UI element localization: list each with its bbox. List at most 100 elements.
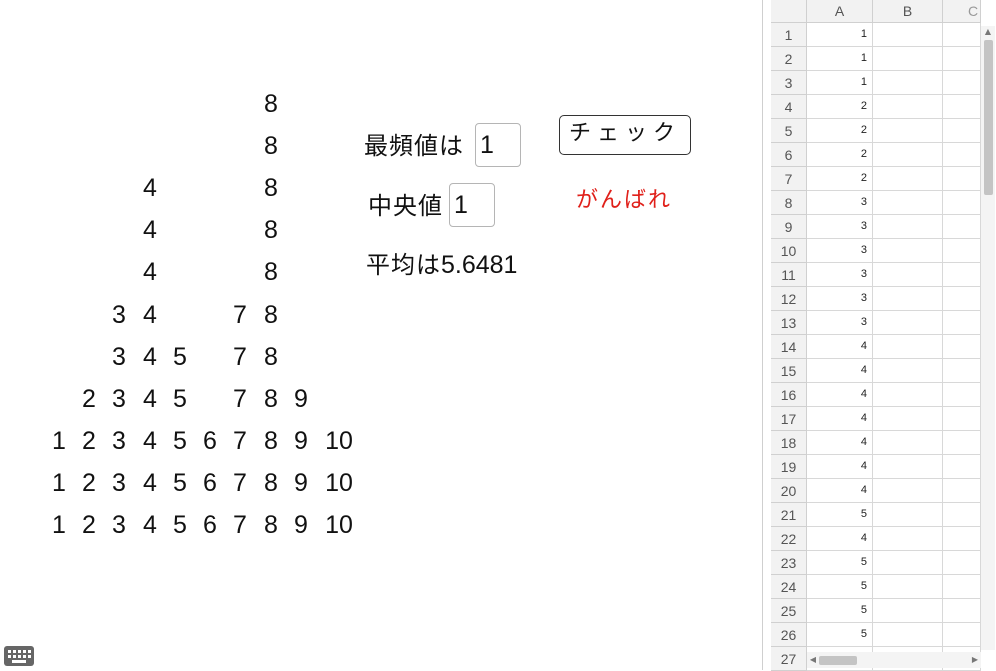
cell-b[interactable]: [873, 23, 943, 47]
row-header[interactable]: 15: [771, 359, 807, 383]
cell-a[interactable]: 4: [807, 383, 873, 407]
chevron-left-icon[interactable]: ◀: [807, 652, 819, 668]
row-header[interactable]: 24: [771, 575, 807, 599]
cell-c[interactable]: [943, 479, 981, 503]
cell-b[interactable]: [873, 119, 943, 143]
cell-c[interactable]: [943, 551, 981, 575]
cell-a[interactable]: 5: [807, 551, 873, 575]
cell-b[interactable]: [873, 191, 943, 215]
cell-b[interactable]: [873, 407, 943, 431]
vertical-scroll-thumb[interactable]: [984, 40, 993, 195]
row-header[interactable]: 9: [771, 215, 807, 239]
cell-a[interactable]: 1: [807, 71, 873, 95]
cell-a[interactable]: 3: [807, 239, 873, 263]
cell-a[interactable]: 1: [807, 23, 873, 47]
cell-c[interactable]: [943, 263, 981, 287]
cell-a[interactable]: 4: [807, 479, 873, 503]
row-header[interactable]: 12: [771, 287, 807, 311]
cell-c[interactable]: [943, 215, 981, 239]
row-header[interactable]: 1: [771, 23, 807, 47]
cell-b[interactable]: [873, 215, 943, 239]
cell-a[interactable]: 3: [807, 191, 873, 215]
cell-a[interactable]: 3: [807, 311, 873, 335]
chevron-right-icon[interactable]: ▶: [969, 652, 981, 668]
spreadsheet-view[interactable]: A B C 1 1 2 1 3 1 4 2 5 2 6 2 7 2 8 3 9 3 10 3 11 3 12 3 13 3 14 4 1…: [762, 0, 996, 671]
cell-c[interactable]: [943, 455, 981, 479]
cell-b[interactable]: [873, 503, 943, 527]
cell-c[interactable]: [943, 119, 981, 143]
cell-b[interactable]: [873, 575, 943, 599]
cell-c[interactable]: [943, 383, 981, 407]
cell-a[interactable]: 3: [807, 287, 873, 311]
row-header[interactable]: 6: [771, 143, 807, 167]
cell-a[interactable]: 2: [807, 119, 873, 143]
cell-b[interactable]: [873, 47, 943, 71]
cell-c[interactable]: [943, 143, 981, 167]
row-header[interactable]: 18: [771, 431, 807, 455]
keyboard-icon[interactable]: [4, 646, 34, 666]
graphics-view[interactable]: 1112222333333444444444555556667777778888…: [0, 0, 762, 670]
cell-c[interactable]: [943, 167, 981, 191]
cell-b[interactable]: [873, 527, 943, 551]
row-header[interactable]: 17: [771, 407, 807, 431]
column-header-c[interactable]: C: [943, 0, 981, 23]
cell-a[interactable]: 4: [807, 335, 873, 359]
cell-c[interactable]: [943, 335, 981, 359]
cell-a[interactable]: 4: [807, 455, 873, 479]
cell-a[interactable]: 5: [807, 599, 873, 623]
cell-a[interactable]: 3: [807, 263, 873, 287]
cell-b[interactable]: [873, 263, 943, 287]
cell-b[interactable]: [873, 335, 943, 359]
row-header[interactable]: 26: [771, 623, 807, 647]
row-header[interactable]: 23: [771, 551, 807, 575]
cell-c[interactable]: [943, 623, 981, 647]
row-header[interactable]: 14: [771, 335, 807, 359]
cell-b[interactable]: [873, 551, 943, 575]
horizontal-scroll-thumb[interactable]: [819, 656, 857, 665]
cell-a[interactable]: 2: [807, 143, 873, 167]
row-header[interactable]: 10: [771, 239, 807, 263]
cell-b[interactable]: [873, 599, 943, 623]
row-header[interactable]: 3: [771, 71, 807, 95]
cell-a[interactable]: 4: [807, 359, 873, 383]
cell-b[interactable]: [873, 383, 943, 407]
cell-c[interactable]: [943, 359, 981, 383]
row-header[interactable]: 16: [771, 383, 807, 407]
cell-b[interactable]: [873, 623, 943, 647]
cell-c[interactable]: [943, 311, 981, 335]
row-header[interactable]: 22: [771, 527, 807, 551]
row-header[interactable]: 21: [771, 503, 807, 527]
row-header[interactable]: 13: [771, 311, 807, 335]
cell-b[interactable]: [873, 95, 943, 119]
cell-a[interactable]: 4: [807, 431, 873, 455]
row-header[interactable]: 4: [771, 95, 807, 119]
chevron-up-icon[interactable]: ▲: [981, 26, 995, 38]
cell-b[interactable]: [873, 287, 943, 311]
cell-a[interactable]: 5: [807, 575, 873, 599]
cell-a[interactable]: 5: [807, 503, 873, 527]
cell-b[interactable]: [873, 359, 943, 383]
cell-a[interactable]: 1: [807, 47, 873, 71]
check-button[interactable]: チェック: [559, 115, 691, 155]
cell-c[interactable]: [943, 71, 981, 95]
cell-b[interactable]: [873, 71, 943, 95]
column-header-a[interactable]: A: [807, 0, 873, 23]
cell-c[interactable]: [943, 191, 981, 215]
cell-b[interactable]: [873, 455, 943, 479]
row-header[interactable]: 2: [771, 47, 807, 71]
cell-b[interactable]: [873, 479, 943, 503]
row-header[interactable]: 25: [771, 599, 807, 623]
cell-a[interactable]: 2: [807, 167, 873, 191]
cell-c[interactable]: [943, 239, 981, 263]
cell-a[interactable]: 3: [807, 215, 873, 239]
cell-c[interactable]: [943, 407, 981, 431]
row-header[interactable]: 27: [771, 647, 807, 671]
median-input[interactable]: 1: [449, 183, 495, 227]
cell-c[interactable]: [943, 503, 981, 527]
cell-c[interactable]: [943, 575, 981, 599]
cell-c[interactable]: [943, 47, 981, 71]
cell-a[interactable]: 4: [807, 527, 873, 551]
cell-a[interactable]: 4: [807, 407, 873, 431]
cell-b[interactable]: [873, 167, 943, 191]
cell-b[interactable]: [873, 143, 943, 167]
